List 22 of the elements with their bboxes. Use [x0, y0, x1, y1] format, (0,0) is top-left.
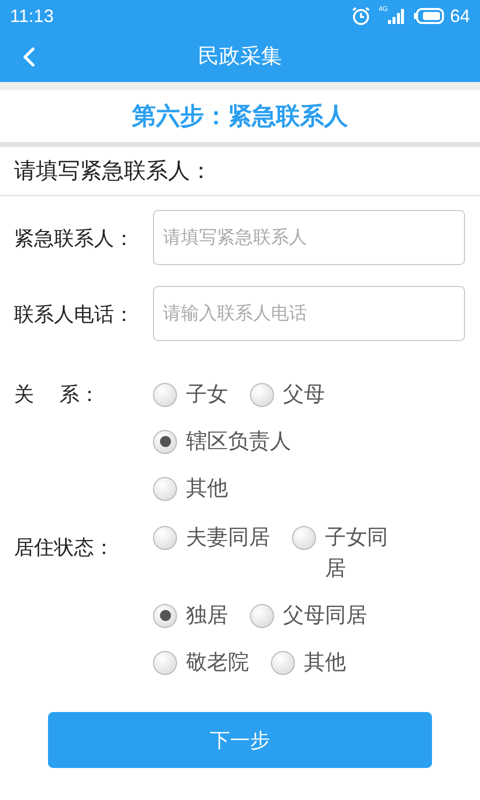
option-label: 敬老院 [186, 649, 249, 676]
option-label: 子女 [186, 381, 228, 408]
option-label: 父母同居 [283, 602, 367, 629]
status-time: 11:13 [10, 4, 54, 28]
field-label: 紧急联系人： [14, 224, 135, 252]
option-label: 其他 [186, 475, 228, 502]
step-title: 第六步：紧急联系人 [132, 101, 348, 132]
group-label: 关 系： [14, 381, 100, 408]
header-title: 民政采集 [198, 43, 282, 70]
option-label: 其他 [304, 649, 346, 676]
option-label: 父母 [283, 381, 325, 408]
option-label: 独居 [186, 602, 228, 629]
next-button[interactable]: 下一步 [48, 712, 432, 768]
option-label: 辖区负责人 [186, 428, 291, 455]
input-field[interactable]: 请输入联系人电话 [153, 286, 465, 341]
battery-level: 64 [450, 4, 470, 28]
section-title: 请填写紧急联系人： [14, 158, 212, 186]
option-label: 夫妻同居 [186, 524, 270, 551]
field-label: 联系人电话： [14, 300, 135, 328]
option-label: 子女同居 [325, 524, 389, 582]
group-label: 居住状态： [14, 534, 115, 561]
input-field[interactable]: 请填写紧急联系人 [153, 210, 465, 265]
